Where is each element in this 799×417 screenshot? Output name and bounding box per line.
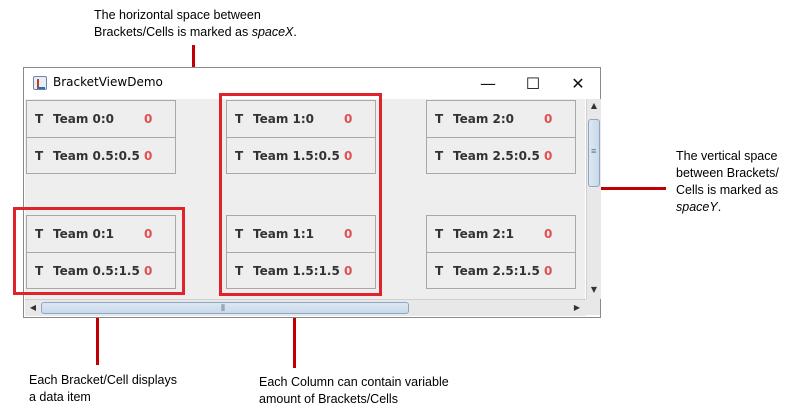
java-app-icon (33, 76, 47, 90)
team-row: T Team 2:0 0 (427, 101, 575, 138)
team-row: T Team 0:0 0 (27, 101, 175, 138)
maximize-button[interactable]: ☐ (510, 68, 556, 98)
grip-icon: ≡ (591, 146, 597, 156)
column-highlight-box (219, 93, 382, 296)
cell-highlight-box (13, 207, 185, 295)
window-title: BracketViewDemo (53, 75, 163, 89)
team-type-label: T (35, 149, 44, 163)
spacey-note-line2: between Brackets/ (676, 166, 779, 180)
team-score: 0 (544, 149, 553, 163)
vertical-scroll-thumb[interactable]: ≡ (588, 119, 600, 187)
spacex-note-line2: Brackets/Cells is marked as (94, 25, 252, 39)
spacex-note: The horizontal space between Brackets/Ce… (94, 8, 297, 39)
team-row: T Team 0.5:0.5 0 (27, 138, 175, 174)
team-type-label: T (435, 264, 444, 278)
team-score: 0 (544, 264, 553, 278)
team-score: 0 (144, 149, 153, 163)
cell-note-line2: a data item (29, 390, 91, 404)
bracket-cell[interactable]: T Team 2:1 0 T Team 2.5:1.5 0 (426, 215, 576, 289)
team-score: 0 (144, 112, 153, 126)
column-note-line1: Each Column can contain variable (259, 375, 449, 389)
scroll-left-arrow-icon[interactable]: ◀ (26, 303, 40, 312)
horizontal-scroll-thumb[interactable]: ⦀ (41, 302, 409, 314)
team-name: Team 2:0 (453, 112, 515, 126)
team-name: Team 2:1 (453, 227, 515, 241)
team-type-label: T (35, 112, 44, 126)
scrollbar-corner (586, 299, 600, 315)
team-row: T Team 2.5:0.5 0 (427, 138, 575, 174)
team-name: Team 0.5:0.5 (53, 149, 140, 163)
team-score: 0 (544, 227, 553, 241)
horizontal-scrollbar[interactable]: ◀ ⦀ ▶ (25, 299, 586, 316)
vertical-scrollbar[interactable]: ▲ ≡ ▼ (586, 99, 601, 299)
minimize-button[interactable]: — (465, 68, 511, 98)
grip-icon: ⦀ (221, 303, 225, 313)
team-type-label: T (435, 112, 444, 126)
team-name: Team 0:0 (53, 112, 115, 126)
bracket-cell[interactable]: T Team 2:0 0 T Team 2.5:0.5 0 (426, 100, 576, 174)
team-type-label: T (435, 227, 444, 241)
team-score: 0 (544, 112, 553, 126)
scroll-down-arrow-icon[interactable]: ▼ (587, 285, 601, 294)
bracket-cell[interactable]: T Team 0:0 0 T Team 0.5:0.5 0 (26, 100, 176, 174)
team-type-label: T (435, 149, 444, 163)
scroll-right-arrow-icon[interactable]: ▶ (570, 303, 584, 312)
team-name: Team 2.5:1.5 (453, 264, 540, 278)
team-row: T Team 2.5:1.5 0 (427, 253, 575, 289)
spacey-note-line1: The vertical space (676, 149, 778, 163)
spacex-note-line1: The horizontal space between (94, 8, 261, 22)
scroll-up-arrow-icon[interactable]: ▲ (587, 101, 601, 110)
team-name: Team 2.5:0.5 (453, 149, 540, 163)
column-note: Each Column can contain variable amount … (259, 374, 449, 408)
spacey-note: The vertical space between Brackets/ Cel… (676, 149, 779, 214)
cell-note-line1: Each Bracket/Cell displays (29, 373, 177, 387)
spacey-term: spaceY (676, 200, 718, 214)
close-button[interactable]: ✕ (555, 68, 601, 98)
spacey-note-line3: Cells is marked as (676, 183, 779, 197)
cell-note: Each Bracket/Cell displays a data item (29, 372, 177, 406)
spacex-term: spaceX (251, 25, 294, 39)
team-row: T Team 2:1 0 (427, 216, 575, 253)
column-note-line2: amount of Brackets/Cells (259, 392, 398, 406)
